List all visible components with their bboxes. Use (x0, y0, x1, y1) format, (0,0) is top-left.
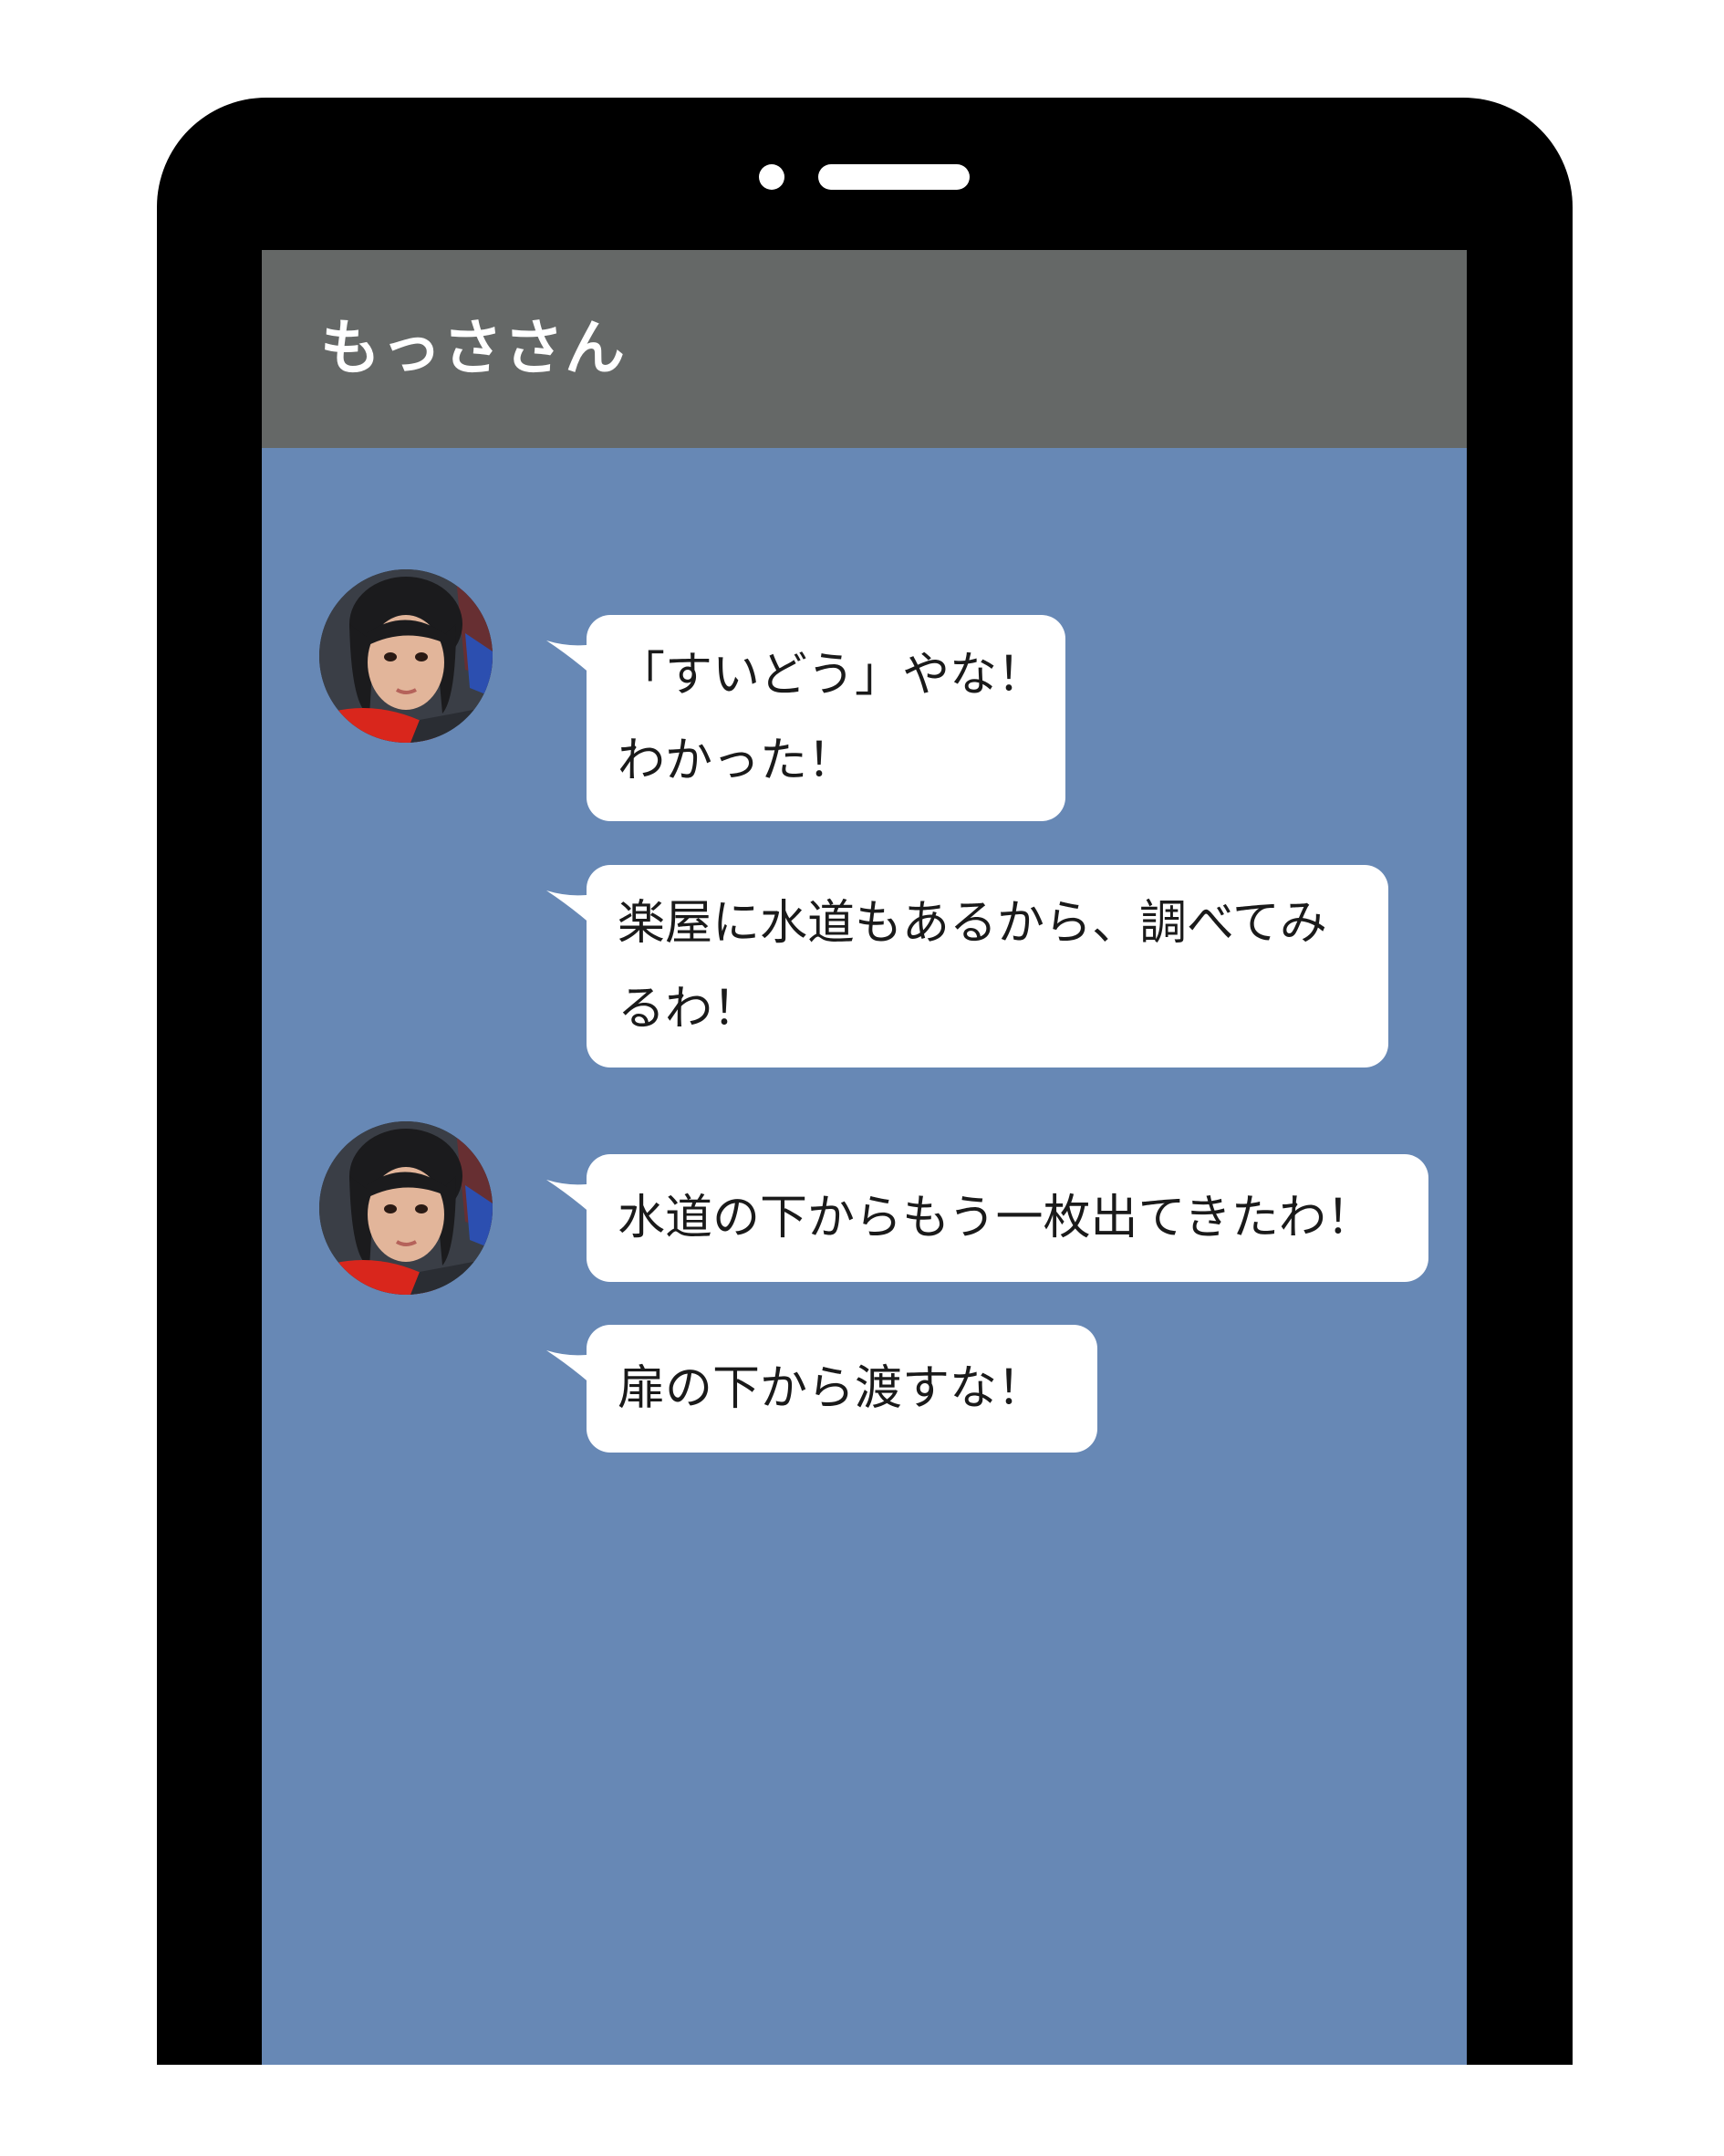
message-bubble[interactable]: 「すいどう」やな！ わかった！ (587, 615, 1065, 821)
message-text: 水道の下からもう一枚出てきたわ！ (618, 1191, 1374, 1245)
avatar[interactable] (319, 569, 493, 743)
speaker-grille (818, 164, 970, 190)
message-bubble[interactable]: 水道の下からもう一枚出てきたわ！ (587, 1154, 1428, 1282)
message-bubble[interactable]: 楽屋に水道もあるから、調べてみ るわ！ (587, 865, 1388, 1068)
avatar-photo (319, 569, 493, 743)
avatar[interactable] (319, 1121, 493, 1295)
message-text: 「すいどう」やな！ (618, 648, 1045, 703)
message-text: るわ！ (618, 982, 761, 1036)
avatar-photo (319, 1121, 493, 1295)
camera-icon (759, 164, 784, 190)
message-text: 扉の下から渡すな！ (618, 1361, 1045, 1416)
message-bubble[interactable]: 扉の下から渡すな！ (587, 1325, 1097, 1453)
contact-name: もっささん (320, 313, 626, 383)
message-text: わかった！ (618, 734, 856, 788)
chat-screen[interactable]: もっささん 「すいどう」やな！ わかった！ 楽屋に水道もあるから、調べてみ るわ… (262, 250, 1467, 2065)
message-text: 楽屋に水道もあるから、調べてみ (618, 896, 1327, 951)
chat-header: もっささん (262, 250, 1467, 448)
